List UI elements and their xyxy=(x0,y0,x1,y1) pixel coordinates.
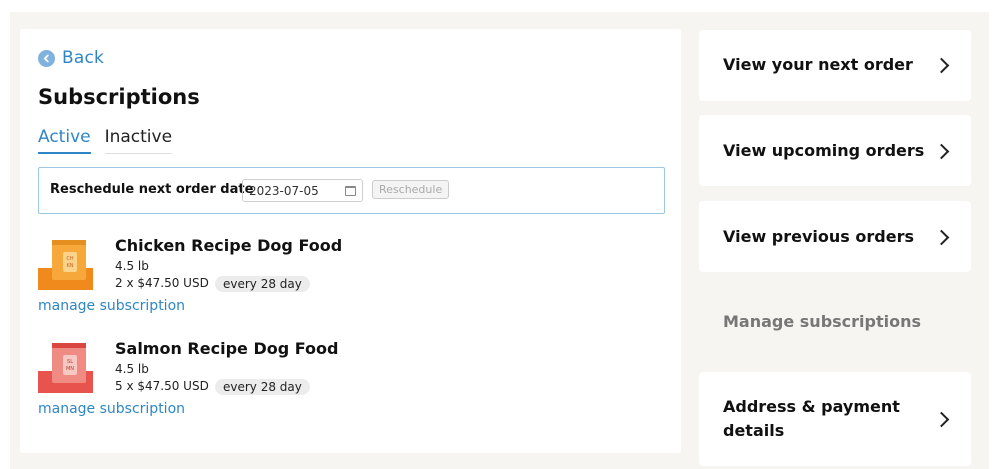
product-name: Salmon Recipe Dog Food xyxy=(115,339,339,358)
svg-text:MN: MN xyxy=(66,366,74,372)
sidebar-item-manage-subscriptions: Manage subscriptions xyxy=(699,287,971,358)
frequency-badge: every 28 day xyxy=(215,379,310,395)
product-size: 4.5 lb xyxy=(115,259,149,273)
sidebar-item-label: View your next order xyxy=(723,55,913,74)
sidebar-item-previous-orders[interactable]: View previous orders xyxy=(699,201,971,272)
reschedule-panel: Reschedule next order date 2023-07-05 Re… xyxy=(38,167,665,214)
page-title: Subscriptions xyxy=(38,85,200,109)
salmon-food-package-image: SL MN xyxy=(38,343,93,393)
product-size: 4.5 lb xyxy=(115,362,149,376)
sidebar-item-upcoming-orders[interactable]: View upcoming orders xyxy=(699,115,971,186)
sidebar-item-label: View previous orders xyxy=(723,227,914,246)
svg-text:CH: CH xyxy=(66,256,73,262)
sidebar-item-label: Manage subscriptions xyxy=(723,312,922,331)
reschedule-button[interactable]: Reschedule xyxy=(372,180,450,199)
product-name: Chicken Recipe Dog Food xyxy=(115,236,343,255)
chevron-left-circle-icon xyxy=(38,49,55,67)
tab-inactive[interactable]: Inactive xyxy=(104,127,173,154)
sidebar-item-next-order[interactable]: View your next order xyxy=(699,30,971,101)
reschedule-date-value: 2023-07-05 xyxy=(249,183,319,198)
chevron-right-icon xyxy=(933,411,950,428)
manage-subscription-link[interactable]: manage subscription xyxy=(38,298,185,314)
back-label: Back xyxy=(62,48,105,68)
svg-text:KN: KN xyxy=(66,263,73,269)
chicken-food-package-image: CH KN xyxy=(38,240,93,290)
chevron-right-icon xyxy=(933,229,950,246)
frequency-badge: every 28 day xyxy=(215,276,310,292)
tab-active[interactable]: Active xyxy=(38,127,91,154)
status-tabs: Active Inactive xyxy=(38,127,173,154)
manage-subscription-link[interactable]: manage subscription xyxy=(38,401,185,417)
sidebar-item-label: Address & payment details xyxy=(723,397,900,440)
chevron-right-icon xyxy=(933,143,950,160)
back-link[interactable]: Back xyxy=(38,48,104,68)
product-quantity-price: 5 x $47.50 USD xyxy=(115,379,209,393)
product-quantity-price: 2 x $47.50 USD xyxy=(115,276,209,290)
reschedule-date-input[interactable]: 2023-07-05 xyxy=(242,179,363,202)
svg-text:SL: SL xyxy=(67,359,73,365)
sidebar-item-address-payment[interactable]: Address & payment details xyxy=(699,372,971,466)
chevron-right-icon xyxy=(933,57,950,74)
sidebar-item-label: View upcoming orders xyxy=(723,141,925,160)
reschedule-label: Reschedule next order date xyxy=(50,182,254,197)
calendar-icon[interactable] xyxy=(345,185,356,196)
